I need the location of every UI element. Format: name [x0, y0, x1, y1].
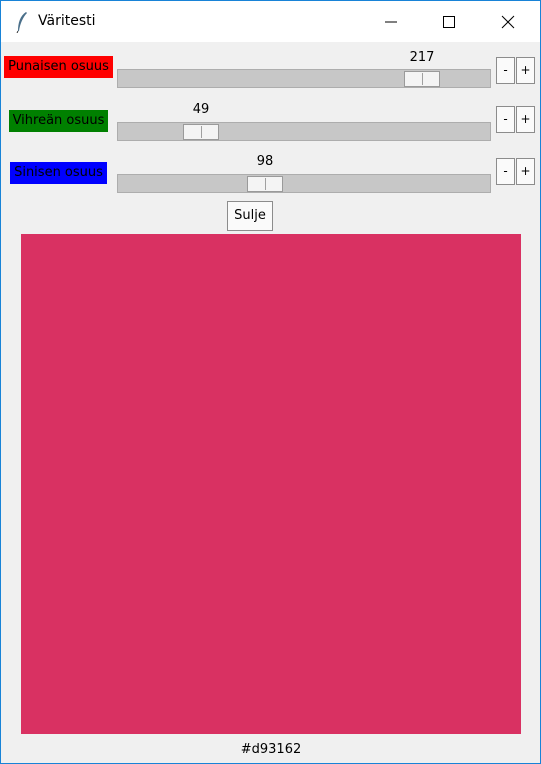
green-plus-button[interactable]: +: [516, 106, 535, 133]
blue-slider[interactable]: [117, 174, 491, 193]
red-value: 217: [409, 50, 435, 65]
title-bar: Väritesti: [1, 1, 540, 42]
blue-label: Sinisen osuus: [10, 162, 107, 184]
minimize-icon: [385, 21, 397, 23]
window-title: Väritesti: [38, 13, 96, 29]
hex-value: #d93162: [240, 742, 302, 757]
maximize-icon: [443, 16, 455, 28]
red-slider-handle[interactable]: [404, 71, 440, 87]
green-slider[interactable]: [117, 122, 491, 141]
blue-minus-button[interactable]: -: [496, 158, 515, 185]
maximize-button[interactable]: [426, 1, 472, 42]
green-value: 49: [192, 102, 210, 117]
close-window-button[interactable]: [485, 1, 531, 42]
green-slider-handle[interactable]: [183, 124, 219, 140]
app-window: Väritesti Punaisen osuus 217 - + Vihreän…: [0, 0, 541, 764]
blue-plus-button[interactable]: +: [516, 158, 535, 185]
close-icon: [501, 15, 515, 29]
blue-slider-handle[interactable]: [247, 176, 283, 192]
green-label: Vihreän osuus: [9, 110, 108, 132]
red-plus-button[interactable]: +: [516, 57, 535, 84]
color-swatch: [21, 234, 521, 734]
red-label: Punaisen osuus: [4, 56, 113, 78]
minimize-button[interactable]: [368, 1, 414, 42]
green-minus-button[interactable]: -: [496, 106, 515, 133]
close-button[interactable]: Sulje: [227, 201, 273, 231]
red-minus-button[interactable]: -: [496, 57, 515, 84]
feather-icon: [15, 11, 29, 34]
blue-value: 98: [256, 154, 274, 169]
red-slider[interactable]: [117, 69, 491, 88]
